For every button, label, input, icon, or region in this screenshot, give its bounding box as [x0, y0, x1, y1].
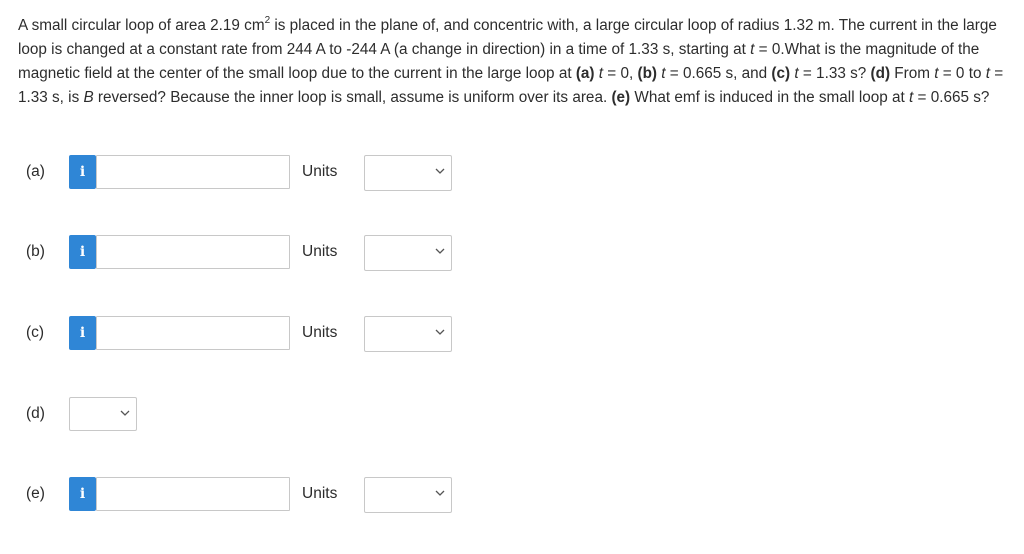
question-segment: = 0, [603, 65, 638, 82]
part-ref-a: (a) [575, 65, 595, 82]
question-segment: From [890, 65, 935, 82]
answer-input[interactable] [96, 477, 290, 511]
answer-row-b: (b) i Units [0, 233, 1024, 273]
chevron-down-icon [435, 248, 445, 254]
part-ref-e: (e) [611, 89, 631, 106]
question-segment: = 0.665 s, and [665, 65, 772, 82]
question-segment: = 0 to [938, 65, 986, 82]
units-select[interactable] [364, 477, 452, 513]
chevron-down-icon [120, 410, 130, 416]
answer-row-a: (a) i Units [0, 153, 1024, 193]
units-select[interactable] [364, 316, 452, 352]
superscript: 2 [264, 14, 271, 26]
part-label: (c) [26, 324, 45, 341]
question-text: A small circular loop of area 2.19 cm2 i… [18, 14, 1013, 110]
answer-input[interactable] [96, 155, 290, 189]
part-label: (a) [26, 163, 45, 180]
answer-input[interactable] [96, 235, 290, 269]
variable-t: t [594, 65, 604, 82]
units-label: Units [302, 163, 338, 180]
variable-t: t [790, 65, 799, 82]
question-segment: = 0.665 s? [913, 89, 990, 106]
chevron-down-icon [435, 168, 445, 174]
units-select[interactable] [364, 155, 452, 191]
part-label: (b) [26, 243, 45, 260]
units-label: Units [302, 324, 338, 341]
part-label: (e) [26, 485, 45, 502]
units-label: Units [302, 485, 338, 502]
reversed-select[interactable] [69, 397, 137, 431]
variable-t: t [657, 65, 666, 82]
chevron-down-icon [435, 329, 445, 335]
units-select[interactable] [364, 235, 452, 271]
info-icon[interactable]: i [69, 316, 96, 350]
question-segment: A small circular loop of area 2.19 cm [18, 17, 265, 34]
part-label: (d) [26, 405, 45, 422]
question-segment: = 1.33 s? [798, 65, 871, 82]
question-segment: reversed? Because the inner loop is smal… [93, 89, 612, 106]
info-icon[interactable]: i [69, 235, 96, 269]
info-icon[interactable]: i [69, 155, 96, 189]
info-icon[interactable]: i [69, 477, 96, 511]
question-segment: What emf is induced in the small loop at [630, 89, 910, 106]
part-ref-c: (c) [771, 65, 791, 82]
units-label: Units [302, 243, 338, 260]
variable-b: B [83, 89, 94, 106]
answer-row-c: (c) i Units [0, 314, 1024, 354]
answer-row-d: (d) [0, 395, 1024, 435]
part-ref-b: (b) [637, 65, 658, 82]
answer-input[interactable] [96, 316, 290, 350]
answer-row-e: (e) i Units [0, 475, 1024, 515]
part-ref-d: (d) [870, 65, 891, 82]
chevron-down-icon [435, 490, 445, 496]
